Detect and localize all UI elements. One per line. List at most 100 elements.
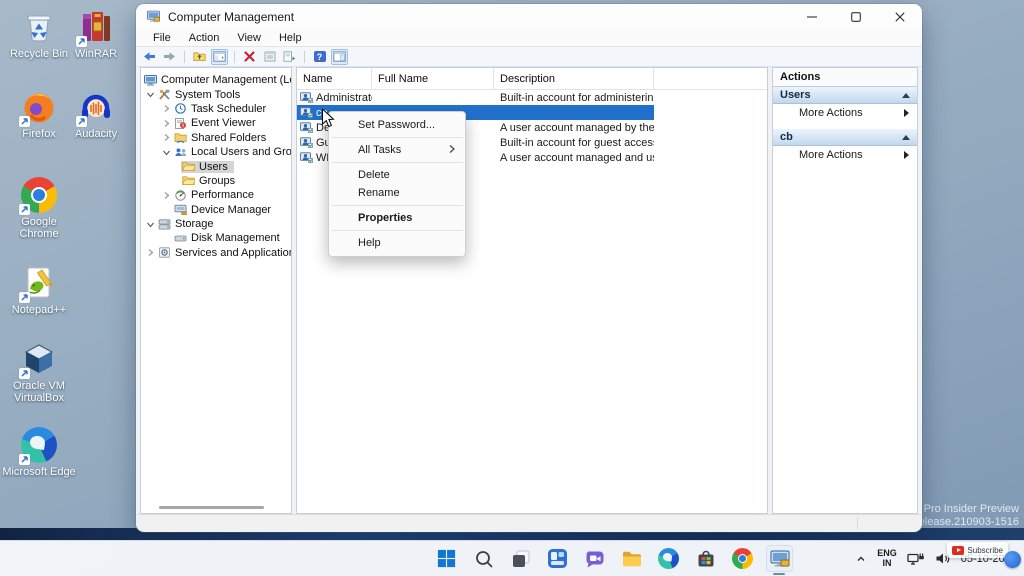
title-bar[interactable]: Computer Management bbox=[136, 4, 922, 29]
maximize-button[interactable] bbox=[834, 4, 878, 29]
tree-item-label: Storage bbox=[175, 218, 214, 230]
tree-item-event-viewer[interactable]: Event Viewer bbox=[141, 116, 291, 130]
column-header-description[interactable]: Description bbox=[494, 68, 654, 89]
tree-item-disk-management[interactable]: Disk Management bbox=[141, 231, 291, 245]
network-icon[interactable] bbox=[907, 552, 925, 566]
tree-item-task-scheduler[interactable]: Task Scheduler bbox=[141, 102, 291, 116]
menu-item-rename[interactable]: Rename bbox=[329, 184, 465, 202]
chevron-collapsed-icon[interactable] bbox=[160, 133, 173, 142]
user-name-cell: Administrator bbox=[297, 92, 372, 104]
close-button[interactable] bbox=[878, 4, 922, 29]
column-header-label: Name bbox=[303, 73, 332, 85]
taskbar-store[interactable] bbox=[692, 545, 719, 572]
collapse-arrow-icon[interactable] bbox=[902, 135, 910, 140]
description-cell: Built-in account for guest access t... bbox=[494, 137, 654, 149]
desktop-icon-microsoft-edge[interactable]: Microsoft Edge bbox=[2, 426, 76, 478]
chrome-icon bbox=[732, 548, 753, 569]
table-row-administrator[interactable]: AdministratorBuilt-in account for admini… bbox=[297, 90, 654, 105]
chevron-collapsed-icon[interactable] bbox=[160, 104, 173, 113]
chevron-expanded-icon[interactable] bbox=[160, 148, 173, 157]
folder-icon bbox=[182, 161, 196, 172]
desktop-icon-winrar[interactable]: WinRAR bbox=[59, 8, 133, 60]
computer-management-window: Computer Management FileActionViewHelp ?… bbox=[136, 4, 922, 532]
tree-item-label: Services and Applications bbox=[175, 247, 292, 259]
tree-item-computer-management-local[interactable]: Computer Management (Local bbox=[141, 73, 291, 87]
folder-icon bbox=[182, 175, 196, 186]
tree-item-services-and-applications[interactable]: Services and Applications bbox=[141, 246, 291, 260]
chevron-collapsed-icon[interactable] bbox=[160, 119, 173, 128]
delete-button[interactable] bbox=[241, 49, 258, 65]
computer-management-icon bbox=[769, 548, 791, 570]
tree-item-users[interactable]: Users bbox=[141, 159, 291, 173]
tree-item-performance[interactable]: Performance bbox=[141, 188, 291, 202]
desktop-icon-notepad[interactable]: Notepad++ bbox=[2, 264, 76, 316]
computer-management-icon bbox=[146, 9, 161, 24]
menu-action[interactable]: Action bbox=[180, 32, 229, 44]
back-button[interactable] bbox=[141, 49, 158, 65]
chevron-collapsed-icon[interactable] bbox=[160, 191, 173, 200]
desktop-icon-audacity[interactable]: Audacity bbox=[59, 88, 133, 140]
language-indicator[interactable]: ENG IN bbox=[877, 549, 897, 568]
menu-view[interactable]: View bbox=[228, 32, 270, 44]
virtualbox-icon bbox=[20, 340, 58, 378]
taskbar-computer-management[interactable] bbox=[766, 545, 793, 572]
action-item-label: More Actions bbox=[799, 107, 863, 119]
menu-item-all-tasks[interactable]: All Tasks bbox=[329, 141, 465, 159]
taskbar-task-view[interactable] bbox=[507, 545, 534, 572]
menu-item-label: Rename bbox=[358, 187, 400, 199]
tree-item-content: Users bbox=[181, 161, 234, 173]
action-item-more-actions[interactable]: More Actions bbox=[773, 104, 917, 121]
window-controls bbox=[790, 4, 922, 29]
menu-item-help[interactable]: Help bbox=[329, 234, 465, 252]
taskbar: ENG IN 05-10-2021 bbox=[0, 540, 1024, 576]
show-console-tree-button[interactable] bbox=[211, 49, 228, 65]
column-header-name[interactable]: Name bbox=[297, 68, 372, 89]
actions-section-users[interactable]: Users bbox=[773, 87, 917, 104]
tree-item-storage[interactable]: Storage bbox=[141, 217, 291, 231]
tree-item-local-users-and-groups[interactable]: Local Users and Groups bbox=[141, 145, 291, 159]
up-one-level-button[interactable] bbox=[191, 49, 208, 65]
chevron-collapsed-icon[interactable] bbox=[144, 248, 157, 257]
export-list-button[interactable] bbox=[281, 49, 298, 65]
column-header-label: Description bbox=[500, 73, 555, 85]
tree-item-shared-folders[interactable]: Shared Folders bbox=[141, 131, 291, 145]
tree-item-label: Event Viewer bbox=[191, 117, 256, 129]
scrollbar-thumb[interactable] bbox=[159, 506, 264, 509]
collapse-arrow-icon[interactable] bbox=[902, 93, 910, 98]
chevron-expanded-icon[interactable] bbox=[144, 220, 157, 229]
menu-item-properties[interactable]: Properties bbox=[329, 209, 465, 227]
tree-horizontal-scrollbar[interactable] bbox=[147, 505, 285, 511]
menu-separator bbox=[331, 162, 463, 163]
chevron-expanded-icon[interactable] bbox=[144, 90, 157, 99]
taskbar-start[interactable] bbox=[433, 545, 460, 572]
tree-item-device-manager[interactable]: Device Manager bbox=[141, 203, 291, 217]
show-action-pane-button[interactable] bbox=[331, 49, 348, 65]
menu-help[interactable]: Help bbox=[270, 32, 311, 44]
column-header-full-name[interactable]: Full Name bbox=[372, 68, 494, 89]
minimize-button[interactable] bbox=[790, 4, 834, 29]
taskbar-chat[interactable] bbox=[581, 545, 608, 572]
taskbar-widgets[interactable] bbox=[544, 545, 571, 572]
desktop-icon-google-chrome[interactable]: Google Chrome bbox=[2, 176, 76, 240]
menu-file[interactable]: File bbox=[144, 32, 180, 44]
actions-section-cb[interactable]: cb bbox=[773, 129, 917, 146]
task-scheduler-icon bbox=[174, 103, 188, 114]
help-button[interactable]: ? bbox=[311, 49, 328, 65]
properties-button[interactable] bbox=[261, 49, 278, 65]
taskbar-file-explorer[interactable] bbox=[618, 545, 645, 572]
forward-button[interactable] bbox=[161, 49, 178, 65]
menu-item-delete[interactable]: Delete bbox=[329, 166, 465, 184]
taskbar-chrome[interactable] bbox=[729, 545, 756, 572]
tree-item-groups[interactable]: Groups bbox=[141, 174, 291, 188]
tray-chevron-up-icon[interactable] bbox=[855, 553, 867, 565]
list-column-headers: Name Full Name Description bbox=[297, 68, 767, 90]
shortcut-arrow-icon bbox=[76, 36, 87, 47]
tree-item-system-tools[interactable]: System Tools bbox=[141, 87, 291, 101]
action-item-more-actions[interactable]: More Actions bbox=[773, 146, 917, 163]
taskbar-edge[interactable] bbox=[655, 545, 682, 572]
shortcut-arrow-icon bbox=[19, 116, 30, 127]
menu-item-set-password[interactable]: Set Password... bbox=[329, 116, 465, 134]
desktop-icon-oracle-vm-virtualbox[interactable]: Oracle VM VirtualBox bbox=[2, 340, 76, 404]
taskbar-search[interactable] bbox=[470, 545, 497, 572]
actions-pane-title: Actions bbox=[773, 68, 917, 87]
